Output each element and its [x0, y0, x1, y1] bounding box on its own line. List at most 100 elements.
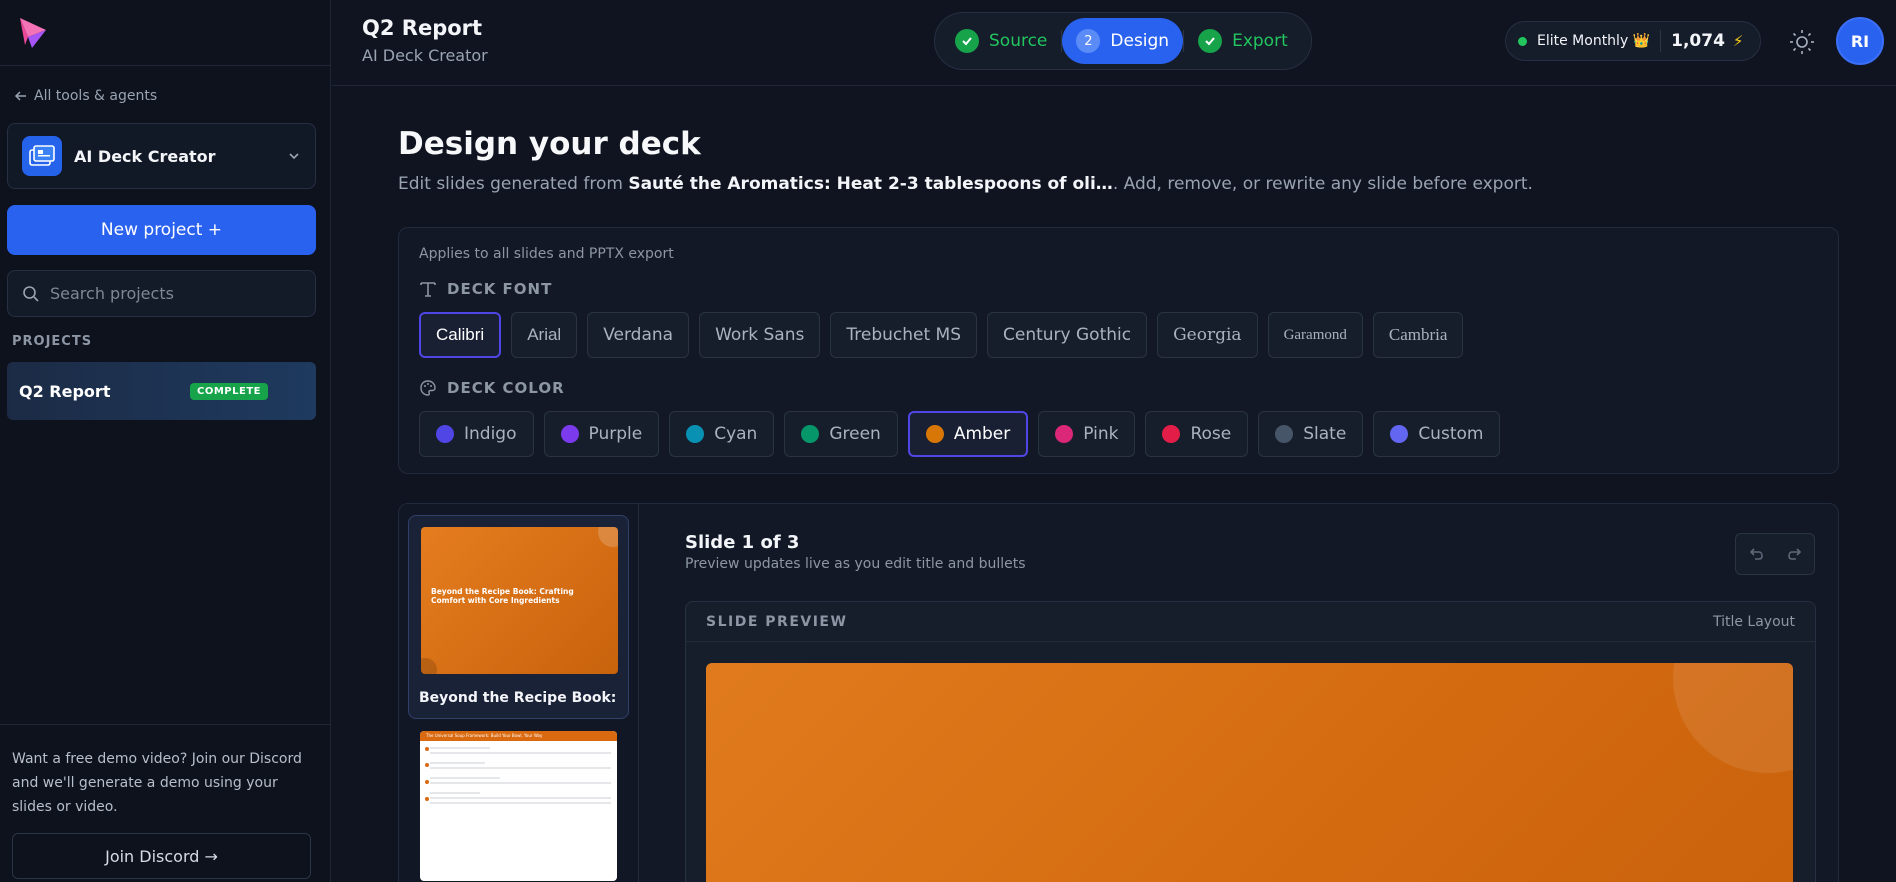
- color-swatch: [925, 425, 944, 443]
- deck-font-heading: DECK FONT: [419, 280, 552, 298]
- color-option-custom[interactable]: Custom: [1373, 411, 1501, 457]
- discord-promo-text: Want a free demo video? Join our Discord…: [12, 751, 302, 815]
- plan-credits-pill[interactable]: Elite Monthly 👑 1,074 ⚡: [1505, 21, 1761, 61]
- project-subtitle: AI Deck Creator: [362, 46, 488, 65]
- desc-prefix: Edit slides generated from: [398, 174, 629, 194]
- projects-heading: PROJECTS: [12, 334, 93, 349]
- undo-icon[interactable]: [1747, 545, 1765, 563]
- color-swatch: [686, 425, 705, 443]
- font-option-arial[interactable]: Arial: [511, 312, 578, 358]
- thumbnail-title: The Universal Soup Framework: Build Your…: [426, 733, 543, 738]
- slide-thumbnail-2[interactable]: The Universal Soup Framework: Build Your…: [420, 731, 617, 881]
- bullet-line: [430, 797, 611, 799]
- color-option-amber[interactable]: Amber: [907, 411, 1029, 457]
- undo-redo-group: [1735, 533, 1815, 575]
- color-option-green[interactable]: Green: [784, 411, 898, 457]
- color-option-pink[interactable]: Pink: [1038, 411, 1136, 457]
- sidebar: All tools & agents AI Deck Creator New p…: [0, 0, 331, 882]
- step-source[interactable]: Source: [941, 18, 1061, 64]
- slide-preview-panel: SLIDE PREVIEW Title Layout: [685, 601, 1816, 882]
- font-options: Calibri Arial Verdana Work Sans Trebuche…: [419, 312, 1464, 358]
- bullet-dot: [425, 763, 429, 767]
- avatar[interactable]: RI: [1836, 17, 1884, 65]
- deck-color-heading: DECK COLOR: [419, 379, 565, 397]
- step-export[interactable]: Export: [1184, 18, 1302, 64]
- join-discord-button[interactable]: Join Discord →: [12, 833, 311, 879]
- project-name: Q2 Report: [19, 381, 111, 401]
- slide-thumbnail-list: Beyond the Recipe Book: Crafting Comfort…: [399, 504, 639, 882]
- step-label: Design: [1110, 31, 1170, 51]
- step-label: Source: [989, 31, 1048, 51]
- color-option-rose[interactable]: Rose: [1145, 411, 1249, 457]
- slide-canvas[interactable]: [706, 663, 1793, 882]
- font-option-garamond[interactable]: Garamond: [1267, 312, 1363, 358]
- slide-thumbnail-1[interactable]: Beyond the Recipe Book: Crafting Comfort…: [408, 515, 629, 719]
- layout-name[interactable]: Title Layout: [1713, 614, 1795, 630]
- bullet-line: [430, 802, 611, 804]
- search-input[interactable]: [50, 284, 290, 303]
- color-option-indigo[interactable]: Indigo: [419, 411, 534, 457]
- bolt-icon: ⚡: [1732, 32, 1744, 50]
- plan-divider: [1660, 30, 1662, 52]
- font-option-georgia[interactable]: Georgia: [1157, 312, 1258, 358]
- redo-icon[interactable]: [1786, 545, 1804, 563]
- search-box[interactable]: [7, 270, 316, 317]
- font-option-work-sans[interactable]: Work Sans: [699, 312, 821, 358]
- app-logo-icon[interactable]: [16, 15, 50, 51]
- logo-area: [0, 0, 330, 66]
- search-icon: [23, 285, 39, 302]
- top-header: Q2 Report AI Deck Creator Source 2 Desig…: [332, 0, 1896, 86]
- color-swatch: [1055, 425, 1074, 443]
- bullet-line: [430, 777, 500, 779]
- project-item[interactable]: Q2 Report COMPLETE: [7, 362, 316, 420]
- color-option-purple[interactable]: Purple: [543, 411, 660, 457]
- check-icon: [955, 29, 979, 53]
- font-option-trebuchet[interactable]: Trebuchet MS: [830, 312, 977, 358]
- step-number: 2: [1076, 29, 1101, 53]
- decor-circle: [421, 658, 437, 674]
- font-option-verdana[interactable]: Verdana: [587, 312, 690, 358]
- back-to-tools-link[interactable]: All tools & agents: [14, 88, 157, 104]
- slide-hint: Preview updates live as you edit title a…: [685, 556, 1026, 572]
- step-design[interactable]: 2 Design: [1062, 18, 1184, 64]
- tool-name: AI Deck Creator: [74, 146, 216, 166]
- step-label: Export: [1232, 31, 1288, 51]
- preview-header: SLIDE PREVIEW Title Layout: [686, 602, 1815, 642]
- color-option-cyan[interactable]: Cyan: [669, 411, 775, 457]
- status-badge: COMPLETE: [190, 382, 268, 400]
- page-description: Edit slides generated from Sauté the Aro…: [398, 174, 1533, 194]
- color-option-slate[interactable]: Slate: [1258, 411, 1364, 457]
- chevron-down-icon: [289, 153, 299, 160]
- color-swatch: [1390, 425, 1409, 443]
- font-option-cambria[interactable]: Cambria: [1372, 312, 1464, 358]
- bullet-line: [430, 762, 485, 764]
- font-option-century-gothic[interactable]: Century Gothic: [987, 312, 1148, 358]
- slide-thumbnail-image: Beyond the Recipe Book: Crafting Comfort…: [421, 527, 618, 674]
- sun-icon[interactable]: [1787, 27, 1817, 57]
- color-swatch: [436, 425, 454, 443]
- bullet-line: [430, 792, 480, 794]
- decor-circle: [1673, 663, 1793, 773]
- preview-label: SLIDE PREVIEW: [706, 613, 848, 630]
- bullet-line: [430, 782, 611, 784]
- bullet-dot: [425, 797, 429, 801]
- color-swatch: [801, 425, 820, 443]
- project-title: Q2 Report: [362, 16, 483, 40]
- decor-circle: [598, 527, 618, 547]
- bullet-dot: [425, 747, 429, 751]
- bullet-line: [430, 752, 611, 754]
- applies-note: Applies to all slides and PPTX export: [419, 246, 674, 262]
- tool-selector[interactable]: AI Deck Creator: [7, 123, 316, 189]
- bullet-line: [430, 767, 611, 769]
- color-swatch: [1275, 425, 1294, 443]
- thumbnail-title: Beyond the Recipe Book: Crafting Comfort…: [431, 587, 574, 605]
- font-option-calibri[interactable]: Calibri: [419, 312, 502, 358]
- color-swatch: [1162, 425, 1181, 443]
- color-options: Indigo Purple Cyan Green Amber Pink Rose…: [419, 411, 1501, 457]
- new-project-button[interactable]: New project +: [7, 205, 316, 255]
- check-icon: [1198, 29, 1223, 53]
- slide-thumbnail-label: Beyond the Recipe Book: …: [419, 690, 619, 706]
- slide-counter: Slide 1 of 3: [685, 532, 800, 553]
- arrow-left-icon: [14, 91, 26, 101]
- slide-editor-card: Beyond the Recipe Book: Crafting Comfort…: [398, 503, 1839, 882]
